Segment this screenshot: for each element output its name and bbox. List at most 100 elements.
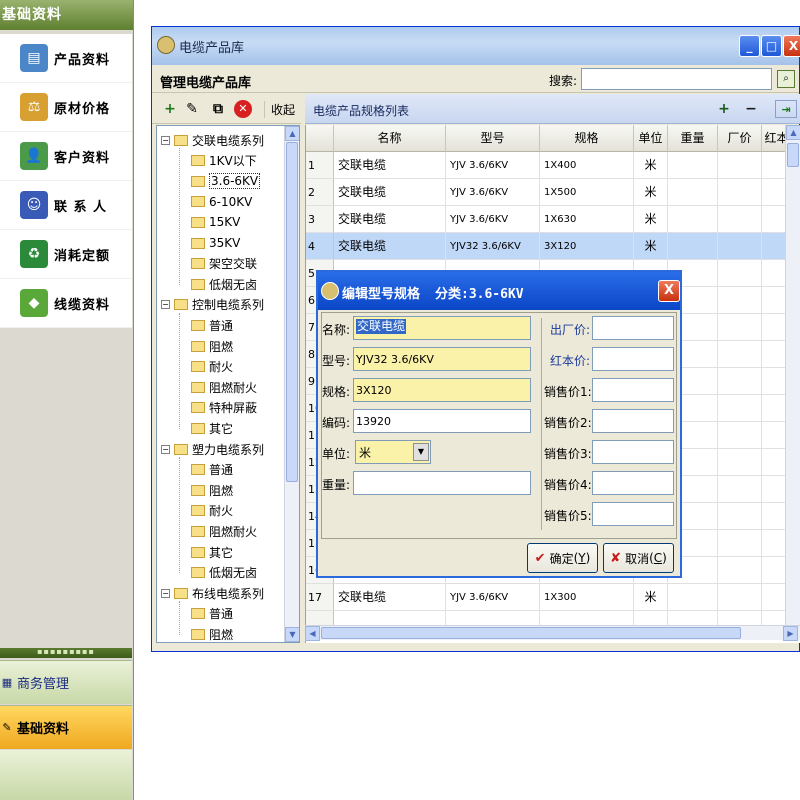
edit-category-button[interactable]: ✎	[182, 99, 202, 119]
sale-price-3-field[interactable]	[592, 440, 674, 464]
delete-category-button[interactable]: ✕	[234, 100, 252, 118]
collapse-toggle-icon[interactable]: −	[161, 588, 170, 598]
factory-price-field[interactable]	[592, 316, 674, 340]
folder-icon	[191, 175, 205, 187]
grid-horizontal-scrollbar[interactable]: ◀ ▶	[305, 625, 800, 641]
column-header[interactable]: 型号	[446, 125, 540, 152]
tree-item[interactable]: 耐火	[191, 501, 233, 521]
grid-vertical-scrollbar[interactable]: ▲	[785, 125, 800, 625]
tree-item[interactable]: 阻燃	[191, 480, 233, 500]
tree-item[interactable]: 阻燃耐火	[191, 521, 257, 541]
chevron-down-icon[interactable]: ▼	[413, 443, 429, 461]
tree-item[interactable]: 其它	[191, 542, 233, 562]
sale-price-5-field[interactable]	[592, 502, 674, 526]
table-cell-model: YJV32 3.6/6KV	[446, 233, 540, 260]
folder-icon	[191, 155, 205, 167]
window-titlebar[interactable]: 电缆产品库 _ □ X	[152, 27, 800, 65]
nav-splitter-grip[interactable]: ▪▪▪▪▪▪▪▪▪	[0, 648, 132, 658]
nav-item-customer[interactable]: 👤 客户资料	[0, 132, 132, 181]
column-header[interactable]: 单位	[634, 125, 668, 152]
collapse-toggle-icon[interactable]: −	[161, 135, 170, 145]
column-header[interactable]: 重量	[668, 125, 718, 152]
collapse-tree-button[interactable]: 收起	[264, 101, 298, 118]
scroll-thumb[interactable]	[321, 627, 741, 639]
scroll-left-arrow-icon[interactable]: ◀	[305, 626, 320, 641]
remove-row-button[interactable]: −	[742, 100, 760, 118]
table-row[interactable]: 1 交联电缆 YJV 3.6/6KV 1X400 米	[306, 152, 792, 179]
search-icon[interactable]: ⌕	[777, 70, 795, 88]
column-header[interactable]: 厂价	[718, 125, 762, 152]
tree-item[interactable]: 架空交联	[191, 254, 257, 274]
collapse-toggle-icon[interactable]: −	[161, 444, 170, 454]
sale-price-1-field[interactable]	[592, 378, 674, 402]
tree-item[interactable]: 阻燃	[191, 336, 233, 356]
maximize-button[interactable]: □	[761, 35, 782, 57]
nav-item-product-info[interactable]: ▤ 产品资料	[0, 34, 132, 83]
tree-item[interactable]: 特种屏蔽	[191, 398, 257, 418]
table-row[interactable]: 17 交联电缆 YJV 3.6/6KV 1X300 米	[306, 584, 792, 611]
tree-item[interactable]: 普通	[191, 604, 233, 624]
tree-item[interactable]: 耐火	[191, 357, 233, 377]
scroll-up-arrow-icon[interactable]: ▲	[285, 126, 299, 141]
column-header[interactable]: 名称	[334, 125, 446, 152]
tree-item[interactable]: 普通	[191, 460, 233, 480]
tree-group[interactable]: − 塑力电缆系列	[161, 439, 264, 459]
sale-price-2-field[interactable]	[592, 409, 674, 433]
table-row[interactable]: 3 交联电缆 YJV 3.6/6KV 1X630 米	[306, 206, 792, 233]
tree-scrollbar[interactable]: ▲ ▼	[284, 126, 299, 642]
cancel-button[interactable]: ✘ 取消(C)	[603, 543, 674, 573]
tree-item[interactable]: 低烟无卤	[191, 274, 257, 294]
column-header[interactable]: 规格	[540, 125, 634, 152]
nav-section-basic-data[interactable]: ✎ 基础资料	[0, 705, 132, 749]
sale-price-4-field[interactable]	[592, 471, 674, 495]
tree-item[interactable]: 阻燃耐火	[191, 377, 257, 397]
tree-item[interactable]: 普通	[191, 315, 233, 335]
search-input[interactable]	[581, 68, 772, 90]
tree-item[interactable]: 15KV	[191, 212, 240, 232]
add-category-button[interactable]: +	[160, 99, 180, 119]
collapse-toggle-icon[interactable]: −	[161, 300, 170, 310]
checkmark-icon: ✔	[534, 550, 546, 566]
spec-field[interactable]	[353, 378, 531, 402]
tree-item[interactable]: 阻燃	[191, 624, 233, 642]
sale-price-2-label: 销售价2:	[544, 416, 592, 430]
nav-item-consumption[interactable]: ♻ 消耗定额	[0, 230, 132, 279]
nav-item-cable-info[interactable]: ◆ 线缆资料	[0, 279, 132, 328]
ok-button[interactable]: ✔ 确定(Y)	[527, 543, 598, 573]
table-cell-factory	[718, 395, 762, 422]
copy-category-button[interactable]: ⧉	[208, 99, 228, 119]
model-field[interactable]	[353, 347, 531, 371]
tree-item[interactable]: 1KV以下	[191, 151, 257, 171]
table-cell-factory	[718, 179, 762, 206]
scroll-down-arrow-icon[interactable]: ▼	[285, 627, 299, 642]
code-label: 编码:	[322, 416, 351, 430]
nav-item-contacts[interactable]: ☺ 联 系 人	[0, 181, 132, 230]
minimize-button[interactable]: _	[739, 35, 760, 57]
dialog-close-button[interactable]: X	[658, 280, 680, 302]
tree-item[interactable]: 6-10KV	[191, 192, 252, 212]
red-price-field[interactable]	[592, 347, 674, 371]
tree-group[interactable]: − 交联电缆系列	[161, 130, 264, 150]
tree-item[interactable]: 低烟无卤	[191, 563, 257, 583]
add-row-button[interactable]: +	[715, 100, 733, 118]
table-row[interactable]: 2 交联电缆 YJV 3.6/6KV 1X500 米	[306, 179, 792, 206]
dialog-titlebar[interactable]: 编辑型号规格 分类:3.6-6KV X	[318, 272, 680, 310]
export-icon[interactable]: ⇥	[775, 100, 797, 118]
weight-field[interactable]	[353, 471, 531, 495]
tree-item[interactable]: 3.6-6KV	[191, 171, 261, 191]
scroll-thumb[interactable]	[286, 142, 298, 482]
scroll-up-arrow-icon[interactable]: ▲	[786, 125, 800, 140]
close-button[interactable]: X	[783, 35, 800, 57]
scroll-right-arrow-icon[interactable]: ▶	[783, 626, 798, 641]
nav-section-business[interactable]: ▦ 商务管理	[0, 660, 132, 704]
table-cell-spec: 1X300	[540, 584, 634, 611]
unit-dropdown[interactable]: 米 ▼	[355, 440, 431, 464]
nav-item-material-price[interactable]: ⚖ 原材价格	[0, 83, 132, 132]
tree-group[interactable]: − 控制电缆系列	[161, 295, 264, 315]
code-field[interactable]	[353, 409, 531, 433]
scroll-thumb[interactable]	[787, 143, 799, 167]
table-row[interactable]: 4 交联电缆 YJV32 3.6/6KV 3X120 米	[306, 233, 792, 260]
tree-item[interactable]: 其它	[191, 418, 233, 438]
tree-item[interactable]: 35KV	[191, 233, 240, 253]
tree-group[interactable]: − 布线电缆系列	[161, 583, 264, 603]
